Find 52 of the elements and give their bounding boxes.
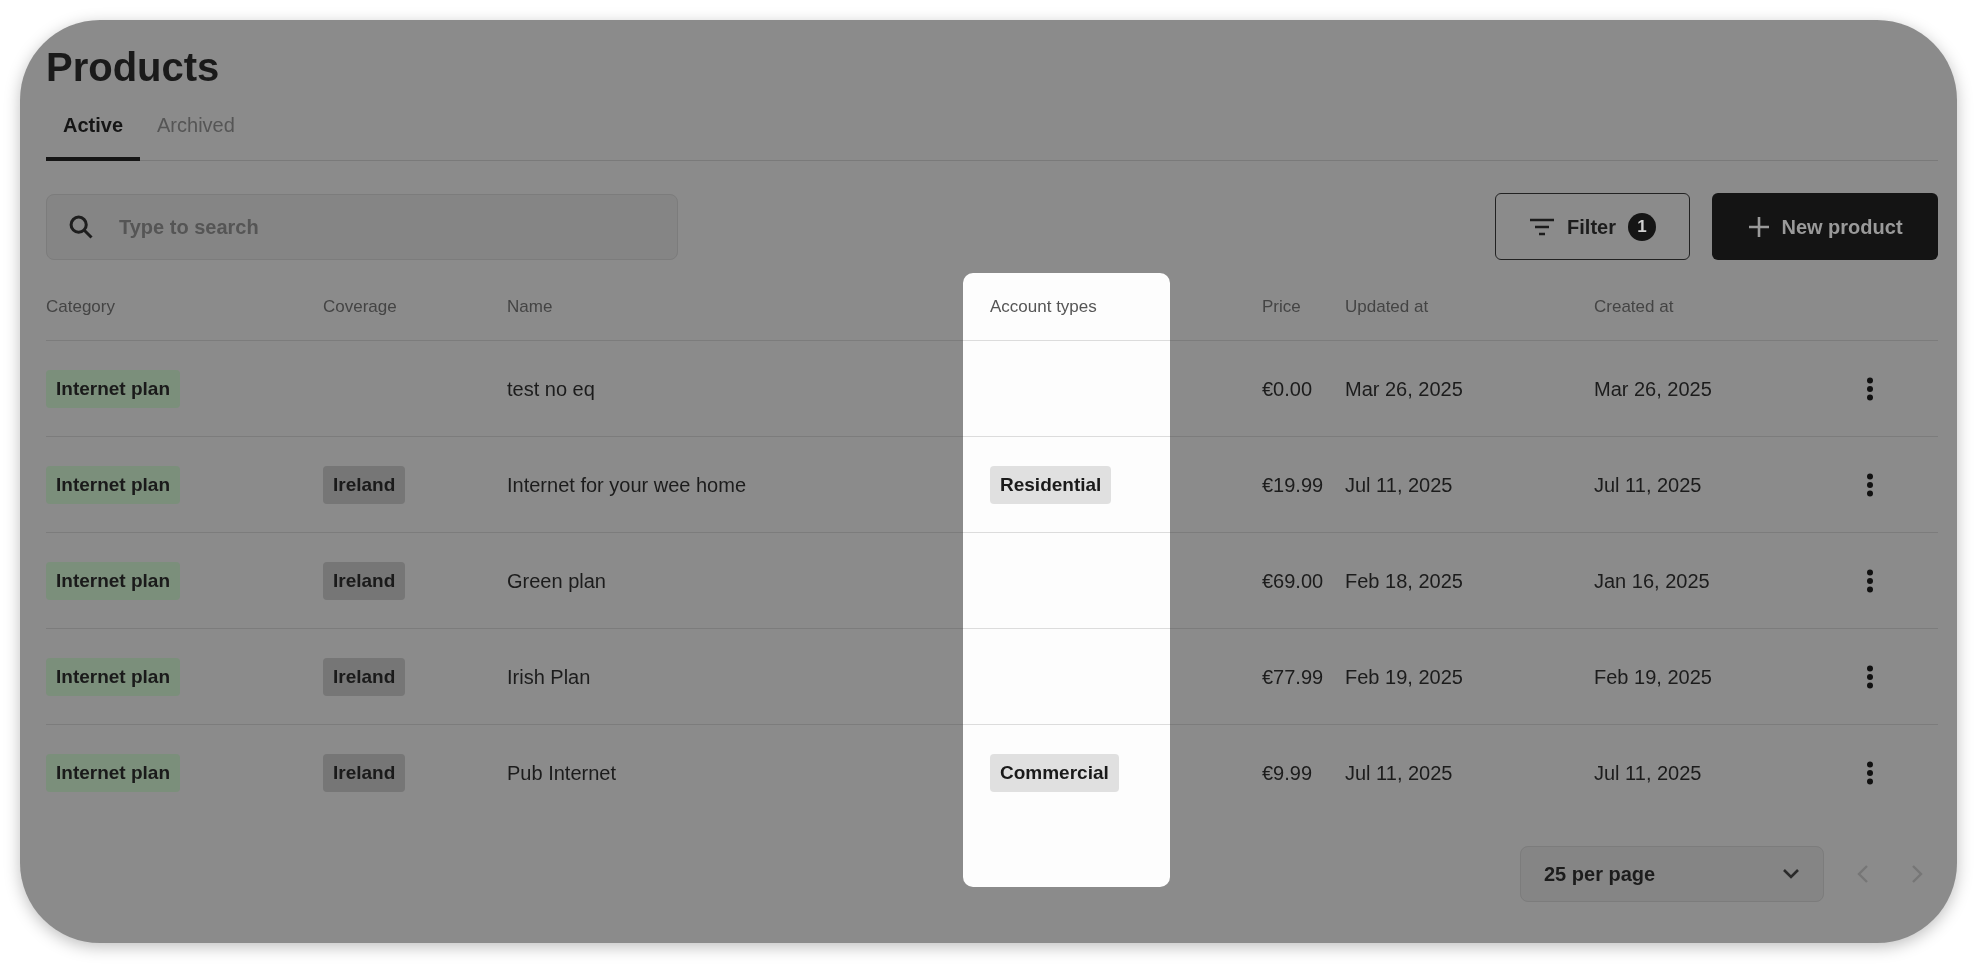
category-tag: Internet plan — [46, 465, 180, 504]
table-cell-text: €0.00 — [1262, 376, 1313, 402]
coverage-tag: Ireland — [323, 465, 406, 504]
more-vertical-icon — [1866, 760, 1874, 785]
table-cell-text: Feb 19, 2025 — [1345, 664, 1463, 690]
column-header: Coverage — [323, 296, 397, 316]
table-cell-text: Mar 26, 2025 — [1345, 376, 1463, 402]
table-cell-text: €9.99 — [1262, 760, 1313, 786]
table-cell-text: €77.99 — [1262, 664, 1324, 690]
table-cell-text: Mar 26, 2025 — [1594, 376, 1712, 402]
table-cell-text: Feb 18, 2025 — [1345, 568, 1463, 594]
new-product-button[interactable]: New product — [1712, 193, 1938, 260]
column-header: Category — [46, 296, 115, 316]
more-vertical-icon — [1866, 376, 1874, 401]
more-vertical-icon — [1866, 664, 1874, 689]
column-header: Account types — [990, 296, 1097, 316]
category-tag: Internet plan — [46, 561, 180, 600]
column-header: Updated at — [1345, 296, 1429, 316]
table-cell-text: Jul 11, 2025 — [1594, 472, 1702, 498]
table-cell-text: Jul 11, 2025 — [1345, 472, 1453, 498]
coverage-tag: Ireland — [323, 657, 406, 696]
filter-button[interactable]: Filter 1 — [1495, 193, 1690, 260]
category-tag: Internet plan — [46, 657, 180, 696]
plus-icon — [1747, 214, 1772, 239]
filter-count-badge: 1 — [1627, 212, 1656, 241]
table-cell-text: Green plan — [507, 568, 606, 594]
account-type-tag: Residential — [990, 465, 1112, 504]
table-cell-text: Jul 11, 2025 — [1345, 760, 1453, 786]
coverage-tag: Ireland — [323, 561, 406, 600]
column-header: Price — [1262, 296, 1301, 316]
column-header: Name — [507, 296, 553, 316]
column-header: Created at — [1594, 296, 1674, 316]
coverage-tag: Ireland — [323, 753, 406, 792]
table-cell-text: test no eq — [507, 376, 595, 402]
page-title: Products — [46, 44, 221, 91]
table-cell-text: Jan 16, 2025 — [1594, 568, 1710, 594]
account-type-tag: Commercial — [990, 753, 1119, 792]
category-tag: Internet plan — [46, 369, 180, 408]
table-cell-text: Jul 11, 2025 — [1594, 760, 1702, 786]
table-cell-text: Pub Internet — [507, 760, 616, 786]
table-cell-text: Internet for your wee home — [507, 472, 746, 498]
table-cell-text: Feb 19, 2025 — [1594, 664, 1712, 690]
per-page-select[interactable]: 25 per page — [1520, 846, 1824, 902]
table-cell-text: €69.00 — [1262, 568, 1324, 594]
filter-icon — [1529, 216, 1556, 237]
more-vertical-icon — [1866, 568, 1874, 593]
tab[interactable]: Active — [46, 106, 141, 161]
table-cell-text: €19.99 — [1262, 472, 1324, 498]
table-cell-text: Irish Plan — [507, 664, 591, 690]
chevron-down-icon — [1782, 868, 1800, 880]
category-tag: Internet plan — [46, 753, 180, 792]
more-vertical-icon — [1866, 472, 1874, 497]
